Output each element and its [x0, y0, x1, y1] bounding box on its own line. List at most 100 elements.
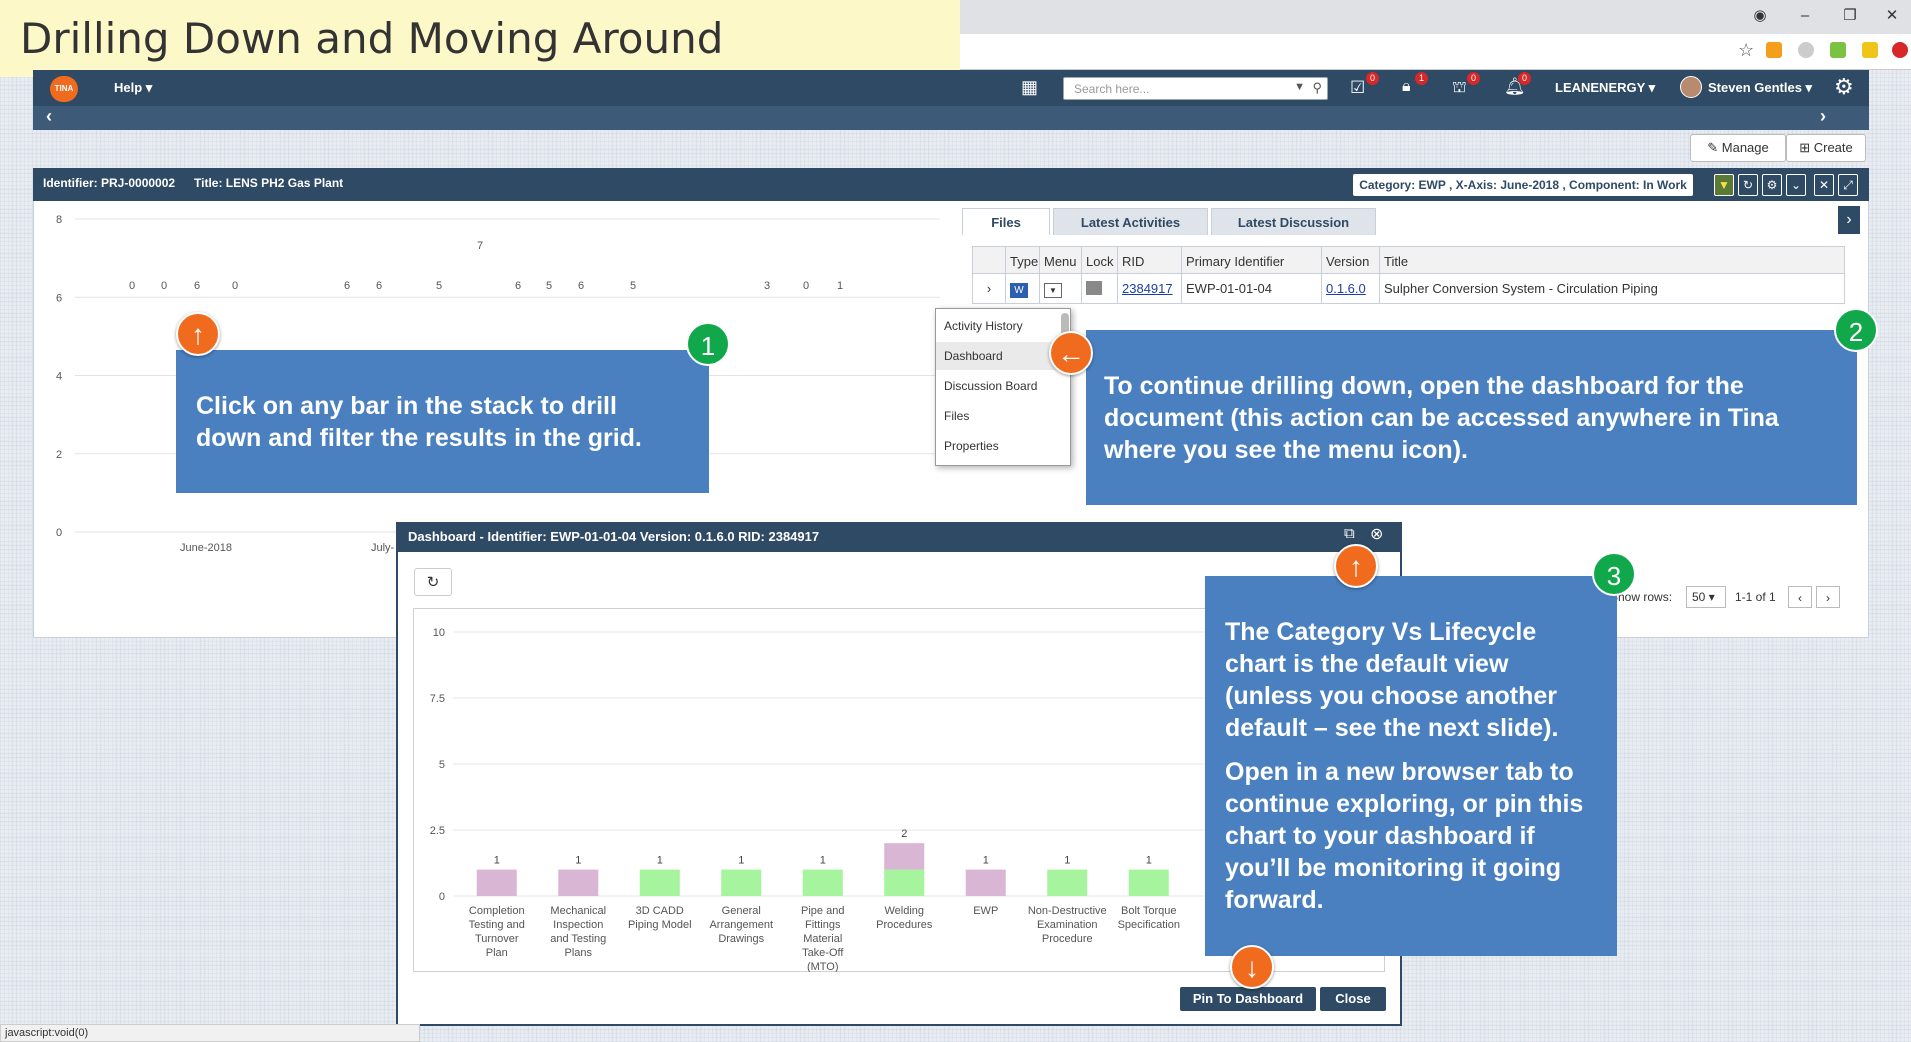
- menu-item-properties[interactable]: Properties: [936, 432, 1061, 460]
- search-input[interactable]: Search here... ▼ ⚲: [1063, 77, 1328, 100]
- col-primary-identifier[interactable]: Primary Identifier: [1181, 247, 1321, 273]
- col-rid[interactable]: RID: [1117, 247, 1181, 273]
- create-button[interactable]: ⊞ Create: [1786, 134, 1866, 162]
- step-2-badge: 2: [1834, 308, 1878, 352]
- x-category-label: Bolt Torque Specification: [1118, 905, 1180, 931]
- bar-value-label: 1: [820, 855, 826, 867]
- bar-value-label: 1: [1064, 855, 1070, 867]
- tasks-icon[interactable]: ☑: [1350, 78, 1365, 98]
- y-tick-label: 2.5: [430, 825, 445, 837]
- menu-item-discussion-board[interactable]: Discussion Board: [936, 372, 1061, 400]
- extension-icon[interactable]: [1766, 42, 1782, 58]
- bar-segment: [965, 869, 1006, 896]
- tab-files[interactable]: Files: [962, 208, 1050, 235]
- category-filter-badge[interactable]: Category: EWP , X-Axis: June-2018 , Comp…: [1353, 174, 1693, 196]
- unlock-icon: [1081, 274, 1117, 303]
- tina-logo[interactable]: TINA: [50, 76, 78, 102]
- bar-label: 0: [161, 280, 167, 292]
- gear-icon[interactable]: ⚙: [1834, 74, 1854, 100]
- chevron-left-icon[interactable]: ‹: [46, 106, 52, 127]
- tab-latest-activities[interactable]: Latest Activities: [1053, 208, 1208, 235]
- apps-grid-icon[interactable]: ▦: [1021, 77, 1038, 98]
- next-page-button[interactable]: ›: [1816, 586, 1840, 608]
- y-tick-label: 6: [56, 292, 62, 304]
- notification-badge: 0: [1518, 72, 1532, 85]
- window-close-button[interactable]: ✕: [1872, 4, 1911, 28]
- manage-button[interactable]: ✎ Manage: [1690, 134, 1786, 162]
- bar-label: 1: [837, 280, 843, 292]
- bar-segment: [639, 869, 680, 896]
- menu-item-dashboard[interactable]: Dashboard: [936, 342, 1061, 370]
- version-cell[interactable]: 0.1.6.0: [1321, 274, 1379, 303]
- bar-segment: [802, 869, 843, 896]
- callout-3-paragraph: Open in a new browser tab to continue ex…: [1225, 758, 1584, 914]
- refresh-button[interactable]: ↻: [414, 568, 452, 596]
- x-category-label: Completion Testing and Turnover Plan: [469, 905, 525, 959]
- col-version[interactable]: Version: [1321, 247, 1379, 273]
- files-grid-header: Type Menu Lock RID Primary Identifier Ve…: [972, 246, 1845, 274]
- minimize-button[interactable]: –: [1785, 4, 1825, 28]
- tab-latest-discussion[interactable]: Latest Discussion: [1211, 208, 1376, 235]
- help-menu[interactable]: Help ▾: [114, 80, 152, 96]
- company-menu[interactable]: LEANENERGY ▾: [1555, 80, 1655, 96]
- extension-icon[interactable]: [1892, 42, 1908, 58]
- arrow-down-icon: ↓: [1230, 945, 1274, 989]
- x-axis-label: June-2018: [180, 542, 232, 554]
- row-menu-icon[interactable]: ▼: [1039, 274, 1081, 303]
- chevron-right-icon[interactable]: ›: [1838, 206, 1860, 234]
- account-icon[interactable]: ◉: [1740, 4, 1780, 28]
- prev-page-button[interactable]: ‹: [1788, 586, 1812, 608]
- close-button[interactable]: Close: [1320, 987, 1386, 1011]
- step-1-badge: 1: [686, 322, 730, 366]
- collapse-icon[interactable]: ⌄: [1786, 174, 1806, 196]
- table-row[interactable]: › W ▼ 2384917 EWP-01-01-04 0.1.6.0 Sulph…: [972, 274, 1845, 304]
- avatar[interactable]: [1680, 76, 1702, 98]
- primary-identifier-cell: EWP-01-01-04: [1181, 274, 1321, 303]
- close-icon[interactable]: ✕: [1814, 174, 1834, 196]
- workflow-icon[interactable]: ⛫: [1452, 78, 1467, 98]
- bar-label: 6: [194, 280, 200, 292]
- status-bar: javascript:void(0): [0, 1024, 420, 1042]
- bookmark-star-icon[interactable]: ☆: [1738, 40, 1754, 61]
- refresh-icon[interactable]: ↻: [1738, 174, 1758, 196]
- col-lock[interactable]: Lock: [1081, 247, 1117, 273]
- col-menu[interactable]: Menu: [1039, 247, 1081, 273]
- expand-row-icon[interactable]: ›: [973, 274, 1005, 303]
- panel-identifier: Identifier: PRJ-0000002: [43, 176, 176, 190]
- y-tick-label: 8: [56, 214, 62, 226]
- col-type[interactable]: Type: [1005, 247, 1039, 273]
- bar-label: 0: [803, 280, 809, 292]
- rid-cell[interactable]: 2384917: [1117, 274, 1181, 303]
- settings-icon[interactable]: ⚙: [1762, 174, 1782, 196]
- chevron-right-icon[interactable]: ›: [1820, 106, 1826, 127]
- lock-icon[interactable]: 🔒︎: [1402, 78, 1411, 96]
- bar-value-label: 1: [575, 855, 581, 867]
- chevron-down-icon[interactable]: ▼: [1294, 81, 1305, 93]
- title-cell: Sulpher Conversion System - Circulation …: [1379, 274, 1845, 303]
- pin-to-dashboard-button[interactable]: Pin To Dashboard: [1180, 987, 1316, 1011]
- bar-label: 7: [477, 240, 483, 252]
- col-title[interactable]: Title: [1379, 247, 1845, 273]
- search-icon[interactable]: ⚲: [1312, 80, 1322, 96]
- open-new-tab-icon[interactable]: ⧉: [1344, 525, 1355, 542]
- bar-label: 6: [376, 280, 382, 292]
- extension-icon[interactable]: [1862, 42, 1878, 58]
- restore-button[interactable]: ❐: [1830, 4, 1870, 28]
- workflow-badge: 0: [1467, 72, 1481, 85]
- extension-icon[interactable]: [1830, 42, 1846, 58]
- bar-label: 6: [515, 280, 521, 292]
- tasks-badge: 0: [1366, 72, 1380, 85]
- close-icon[interactable]: ⊗: [1370, 524, 1383, 544]
- bar-label: 3: [764, 280, 770, 292]
- expand-icon[interactable]: ⤢: [1838, 174, 1858, 196]
- extension-icon[interactable]: [1798, 42, 1814, 58]
- menu-item-activity-history[interactable]: Activity History: [936, 312, 1061, 340]
- y-tick-label: 0: [56, 527, 62, 539]
- menu-item-files[interactable]: Files: [936, 402, 1061, 430]
- filter-icon[interactable]: ▼: [1714, 174, 1734, 196]
- callout-1: Click on any bar in the stack to drill d…: [176, 350, 709, 493]
- pager-text: 1-1 of 1: [1735, 590, 1776, 604]
- user-menu[interactable]: Steven Gentles ▾: [1708, 80, 1812, 96]
- rows-per-page-select[interactable]: 50 ▾: [1686, 586, 1726, 608]
- x-category-label: Non-Destructive Examination Procedure: [1028, 905, 1107, 945]
